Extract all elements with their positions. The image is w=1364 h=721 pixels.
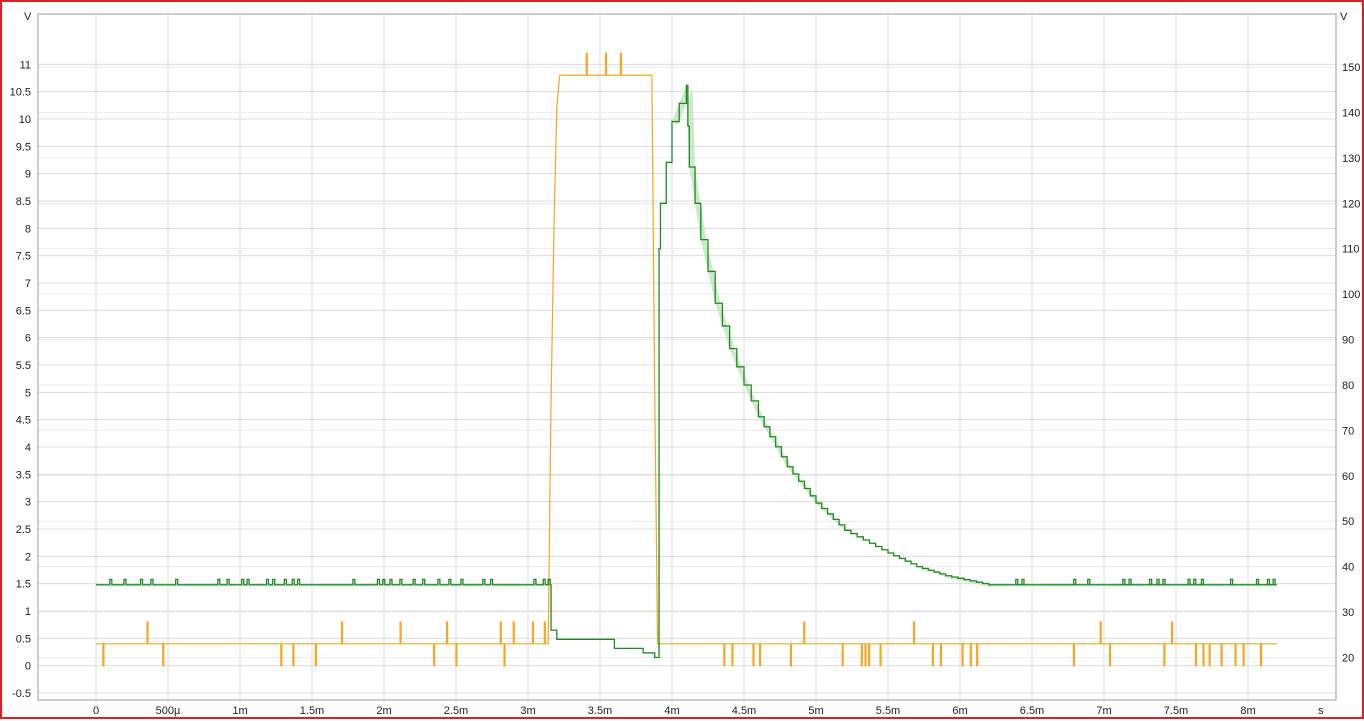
plot-area-border	[37, 13, 1337, 701]
series-green-band	[672, 85, 995, 588]
y-left-tick-label: 0	[25, 661, 31, 673]
y-right-tick-label: 120	[1342, 198, 1360, 210]
y-right-tick-label: 90	[1342, 335, 1354, 347]
y-right-tick-label: 20	[1342, 652, 1354, 664]
dual-axis-line-chart: -0.5 0 0.5 1 1.5 2 2.5 3 3.5 4 4.5 5 5.5 6 6.5 7 7.5 8 8.5…	[10, 11, 1361, 717]
y-left-tick-label: 10	[19, 114, 31, 126]
chart-frame: -0.5 0 0.5 1 1.5 2 2.5 3 3.5 4 4.5 5 5.5 6 6.5 7 7.5 8 8.5…	[0, 0, 1364, 719]
y-left-tick-label: 9.5	[16, 141, 31, 153]
x-tick-label: 7.5m	[1164, 705, 1188, 717]
y-left-tick-label: -0.5	[12, 688, 31, 700]
right-axis-ticks: 20 30 40 50 60 70 80 90 100 110 120 130 140 150	[1342, 62, 1360, 664]
x-tick-label: 500µ	[156, 705, 181, 717]
y-left-tick-label: 1.5	[16, 579, 31, 591]
x-tick-label: 1.5m	[300, 705, 324, 717]
y-left-tick-label: 5	[25, 387, 31, 399]
y-left-tick-label: 3	[25, 497, 31, 509]
y-left-tick-label: 4.5	[16, 415, 31, 427]
y-right-tick-label: 100	[1342, 289, 1360, 301]
traces	[96, 52, 1277, 667]
left-axis-ticks: -0.5 0 0.5 1 1.5 2 2.5 3 3.5 4 4.5 5 5.5 6 6.5 7 7.5 8 8.5…	[10, 59, 31, 700]
y-left-tick-label: 2	[25, 551, 31, 563]
y-left-tick-label: 11	[20, 59, 31, 71]
y-right-tick-label: 40	[1342, 562, 1354, 574]
x-axis-ticks: 0 500µ 1m 1.5m 2m 2.5m 3m 3.5m 4m 4.5m 5m 5.5m 6m 6.5…	[93, 705, 1256, 717]
y-left-unit: V	[24, 11, 32, 23]
y-right-tick-label: 60	[1342, 471, 1354, 483]
y-left-tick-label: 7.5	[16, 251, 31, 263]
y-right-tick-label: 50	[1342, 516, 1354, 528]
x-tick-label: 5m	[808, 705, 823, 717]
y-right-tick-label: 80	[1342, 380, 1354, 392]
y-left-tick-label: 7	[25, 278, 31, 290]
y-left-tick-label: 3.5	[16, 469, 31, 481]
x-tick-label: 6m	[952, 705, 967, 717]
y-right-tick-label: 110	[1342, 244, 1360, 256]
x-tick-label: 6.5m	[1020, 705, 1044, 717]
x-unit: s	[1318, 705, 1324, 717]
x-tick-label: 3.5m	[588, 705, 612, 717]
y-left-tick-label: 8	[25, 223, 31, 235]
y-left-tick-label: 2.5	[16, 524, 31, 536]
y-right-tick-label: 150	[1342, 62, 1360, 74]
x-tick-label: 4.5m	[732, 705, 756, 717]
series-orange-line	[96, 52, 1277, 667]
y-left-tick-label: 5.5	[16, 360, 31, 372]
series-green-line	[96, 84, 1277, 659]
y-left-tick-label: 6	[25, 333, 31, 345]
x-tick-label: 1m	[232, 705, 247, 717]
grid	[38, 14, 1336, 700]
x-tick-label: 2.5m	[444, 705, 468, 717]
x-tick-label: 7m	[1096, 705, 1111, 717]
y-left-tick-label: 9	[25, 169, 31, 181]
y-left-tick-label: 1	[25, 606, 31, 618]
x-tick-label: 4m	[664, 705, 679, 717]
x-tick-label: 0	[93, 705, 99, 717]
y-right-tick-label: 70	[1342, 425, 1354, 437]
y-left-tick-label: 10.5	[10, 87, 31, 99]
y-left-tick-label: 8.5	[16, 196, 31, 208]
x-tick-label: 3m	[520, 705, 535, 717]
y-left-tick-label: 0.5	[16, 633, 31, 645]
y-left-tick-label: 4	[25, 442, 31, 454]
y-right-tick-label: 140	[1342, 107, 1360, 119]
y-left-tick-label: 6.5	[16, 305, 31, 317]
x-tick-label: 8m	[1240, 705, 1255, 717]
y-right-unit: V	[1340, 11, 1348, 23]
x-tick-label: 5.5m	[876, 705, 900, 717]
y-right-tick-label: 130	[1342, 153, 1360, 165]
x-tick-label: 2m	[376, 705, 391, 717]
y-right-tick-label: 30	[1342, 607, 1354, 619]
